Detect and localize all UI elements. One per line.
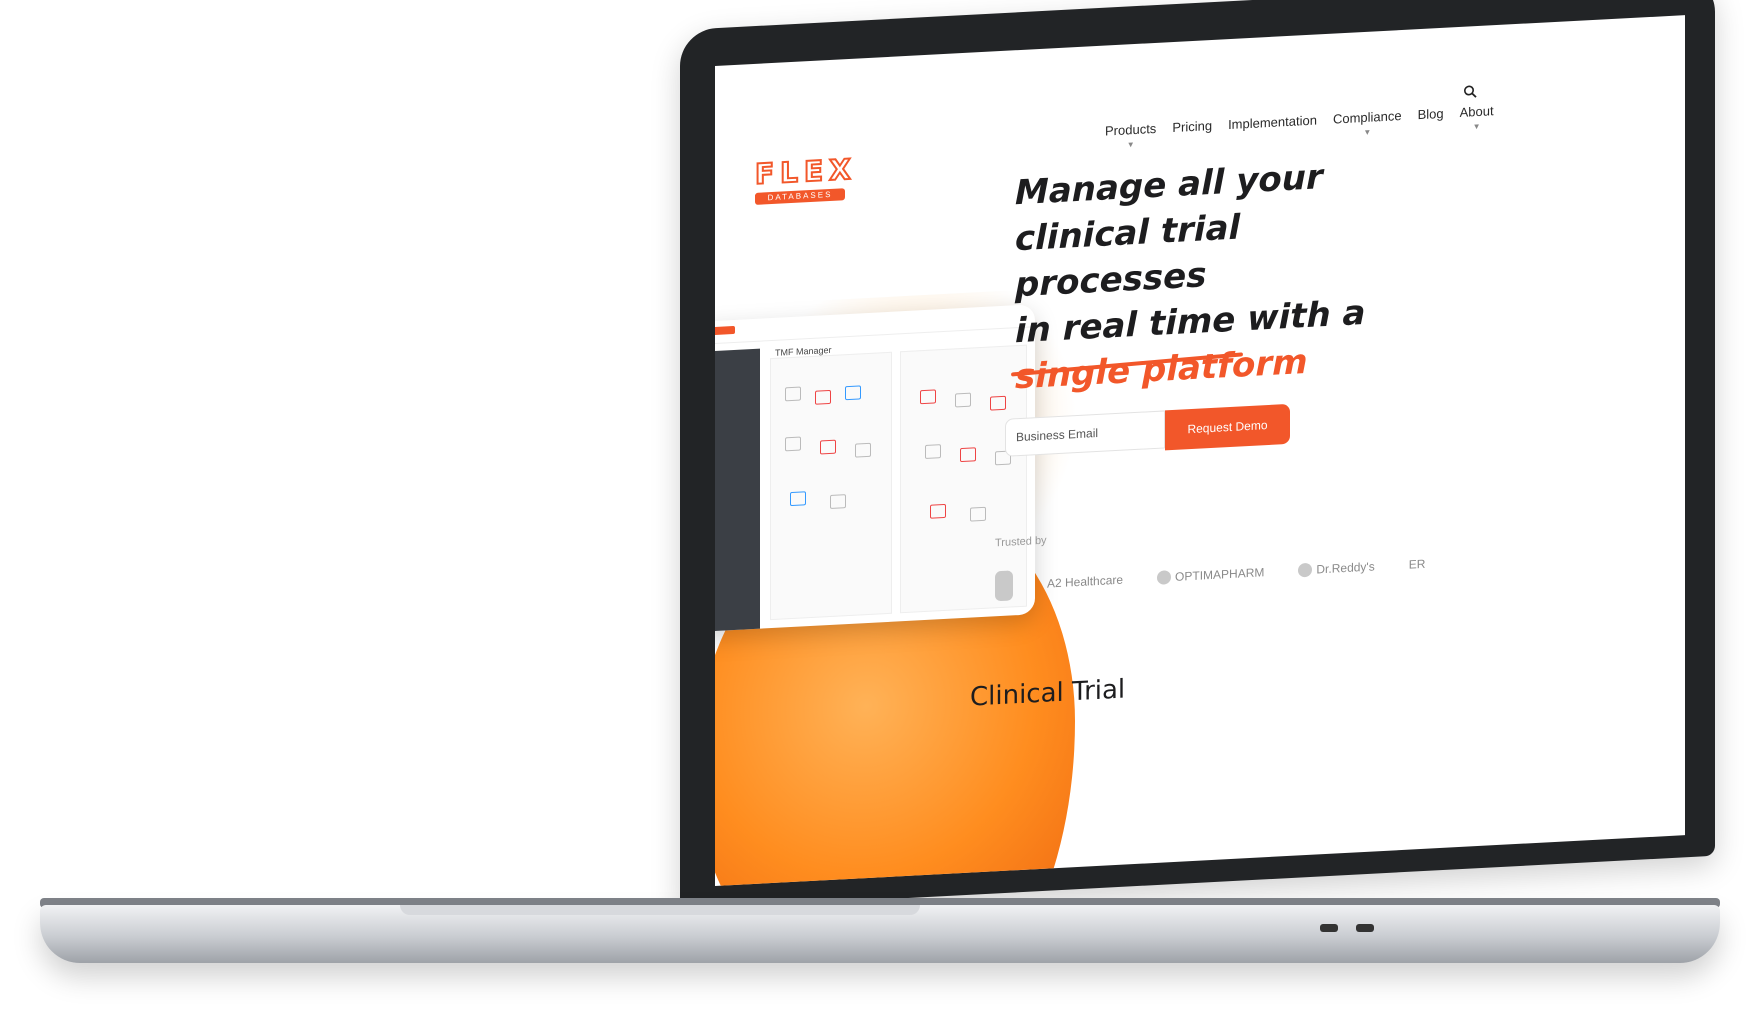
mockup-file-icon bbox=[970, 506, 986, 522]
chevron-down-icon: ▼ bbox=[1472, 121, 1481, 132]
heart-logo-icon bbox=[1298, 562, 1313, 578]
nav-compliance[interactable]: Compliance ▼ bbox=[1333, 108, 1402, 139]
logo-main-text: FLEX bbox=[754, 152, 858, 192]
mockup-file-icon bbox=[930, 503, 946, 519]
mockup-file-icon bbox=[845, 385, 861, 401]
mockup-file-icon bbox=[785, 436, 801, 452]
flex-databases-logo[interactable]: FLEX DATABASES bbox=[754, 152, 858, 205]
mockup-sidebar bbox=[715, 348, 760, 633]
search-icon[interactable] bbox=[1463, 84, 1477, 99]
nav-products[interactable]: Products ▼ bbox=[1105, 121, 1156, 151]
nav-label-pricing: Pricing bbox=[1172, 117, 1213, 136]
brand-optimapharm-label: OPTIMAPHARM bbox=[1175, 565, 1265, 584]
business-email-input[interactable] bbox=[1005, 410, 1165, 457]
nav-about[interactable]: About ▼ bbox=[1460, 103, 1494, 132]
mockup-file-icon bbox=[855, 442, 871, 458]
brand-optimapharm: OPTIMAPHARM bbox=[1157, 565, 1264, 585]
nav-label-implementation: Implementation bbox=[1228, 112, 1317, 133]
nav-label-compliance: Compliance bbox=[1332, 108, 1402, 127]
nav-pricing[interactable]: Pricing bbox=[1172, 118, 1212, 135]
mockup-file-icon bbox=[790, 491, 806, 507]
chevron-down-icon: ▼ bbox=[1363, 127, 1372, 138]
nav-label-products: Products bbox=[1105, 120, 1157, 139]
mockup-file-icon bbox=[815, 389, 831, 405]
main-nav: Products ▼ Pricing Implementation Compli… bbox=[1105, 103, 1494, 150]
brand-er-label: ER bbox=[1408, 556, 1426, 572]
chevron-down-icon: ▼ bbox=[1126, 140, 1135, 150]
request-demo-button[interactable]: Request Demo bbox=[1165, 403, 1290, 451]
nav-label-about: About bbox=[1459, 103, 1494, 120]
brand-dr-reddys: Dr.Reddy's bbox=[1298, 559, 1375, 578]
laptop-lid-notch bbox=[400, 905, 920, 915]
usb-c-port-icon bbox=[1320, 924, 1338, 932]
mockup-logo bbox=[715, 325, 735, 336]
mockup-file-icon bbox=[820, 439, 836, 455]
brand-logo-figure bbox=[995, 570, 1013, 602]
app-screenshot-mockup: TMF Manager bbox=[715, 304, 1035, 633]
dots-logo-icon bbox=[1157, 570, 1172, 585]
mockup-file-icon bbox=[920, 389, 936, 405]
figure-logo-icon bbox=[995, 570, 1013, 602]
usb-c-port-icon bbox=[1356, 924, 1374, 932]
logo-sub-text: DATABASES bbox=[755, 188, 845, 205]
mockup-file-icon bbox=[830, 494, 846, 509]
brand-dr-reddys-label: Dr.Reddy's bbox=[1316, 559, 1375, 577]
brand-a2-healthcare-label: A2 Healthcare bbox=[1047, 572, 1124, 591]
laptop-mockup: FLEX DATABASES Products ▼ Pricing Implem… bbox=[0, 0, 1754, 1016]
hero-headline: Manage all your clinical trial processes… bbox=[1015, 148, 1435, 400]
mockup-file-icon bbox=[960, 447, 976, 463]
brand-a2-healthcare: A2 Healthcare bbox=[1047, 573, 1123, 591]
mockup-file-icon bbox=[785, 386, 801, 402]
nav-implementation[interactable]: Implementation bbox=[1228, 112, 1317, 132]
trusted-logos: A2 Healthcare OPTIMAPHARM Dr.Reddy's ER bbox=[995, 549, 1425, 602]
laptop-screen: FLEX DATABASES Products ▼ Pricing Implem… bbox=[715, 15, 1685, 887]
nav-blog[interactable]: Blog bbox=[1418, 106, 1444, 122]
brand-er-partial: ER bbox=[1409, 557, 1426, 572]
mockup-file-icon bbox=[955, 392, 971, 408]
mockup-file-icon bbox=[990, 395, 1006, 411]
mockup-file-icon bbox=[925, 444, 941, 459]
nav-label-blog: Blog bbox=[1417, 105, 1444, 123]
